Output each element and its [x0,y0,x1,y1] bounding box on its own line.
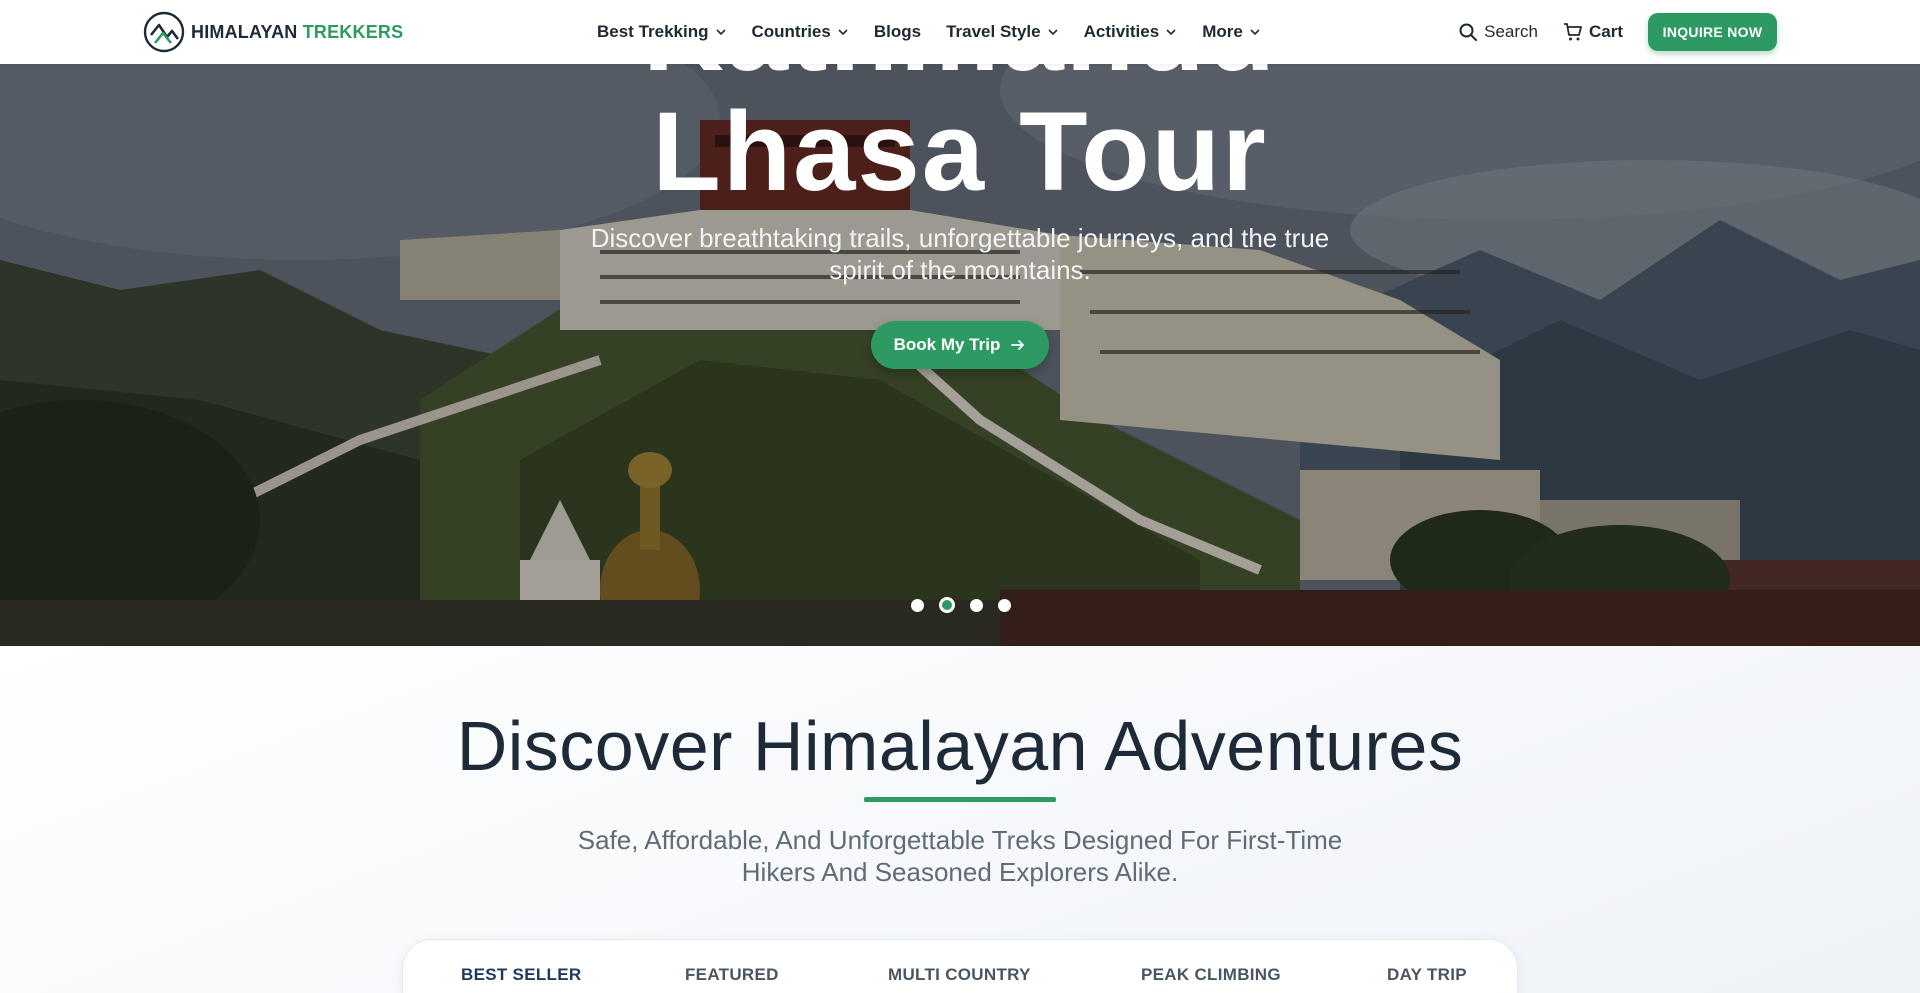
carousel-dots [911,597,1011,613]
chevron-down-icon [715,29,726,36]
logo-text: HIMALAYAN TREKKERS [191,22,403,43]
section-subtitle: Safe, Affordable, And Unforgettable Trek… [577,825,1343,887]
tab-peak-climbing[interactable]: PEAK CLIMBING [1141,965,1281,985]
nav-label: Blogs [873,22,922,41]
search-label: Search [1484,22,1538,41]
cart-label: Cart [1588,22,1623,41]
nav-countries[interactable]: Countries [752,22,849,42]
cart-icon [1563,23,1582,41]
hero-title-line2: Lhasa Tour [652,89,1268,214]
chevron-down-icon [1166,29,1176,36]
nav-label: Travel Style [946,22,1041,41]
title-underline [864,797,1056,802]
section-title: Discover Himalayan Adventures [456,707,1464,785]
carousel-dot[interactable] [998,598,1011,612]
book-my-trip-button[interactable]: Book My Trip [871,321,1049,369]
nav-travel-style[interactable]: Travel Style [946,22,1059,42]
arrow-right-icon [1011,340,1025,350]
tab-best-seller[interactable]: BEST SELLER [461,965,581,985]
logo-word-trekkers: TREKKERS [302,21,404,42]
inquire-now-button[interactable]: INQUIRE NOW [1648,13,1777,51]
nav-label: More [1202,22,1243,41]
tab-day-trip[interactable]: DAY TRIP [1387,965,1467,985]
hero-banner: Kathmandu Lhasa Tour Discover breathtaki… [0,0,1920,646]
nav-more[interactable]: More [1202,22,1261,42]
tab-multi-country[interactable]: MULTI COUNTRY [888,965,1031,985]
nav-label: Best Trekking [597,22,709,41]
main-nav: Best Trekking Countries Blogs Travel Sty… [597,0,1286,64]
nav-activities[interactable]: Activities [1084,22,1178,42]
category-tabs: BEST SELLER FEATURED MULTI COUNTRY PEAK … [402,939,1518,993]
chevron-down-icon [1048,29,1058,36]
nav-best-trekking[interactable]: Best Trekking [597,22,727,42]
site-header: HIMALAYAN TREKKERS Best Trekking Countri… [0,0,1920,64]
nav-label: Countries [751,22,831,41]
nav-label: Activities [1083,22,1160,41]
carousel-dot-active[interactable] [939,597,955,613]
discover-section: Discover Himalayan Adventures Safe, Affo… [0,646,1920,993]
carousel-dot[interactable] [970,598,983,612]
logo-word-himalayan: HIMALAYAN [191,21,298,42]
tab-featured[interactable]: FEATURED [685,965,779,985]
chevron-down-icon [1250,29,1260,36]
header-actions: Search Cart INQUIRE NOW [1458,0,1777,64]
site-logo[interactable]: HIMALAYAN TREKKERS [143,11,403,53]
carousel-dot[interactable] [911,598,924,612]
cart-link[interactable]: Cart [1563,22,1623,42]
book-my-trip-label: Book My Trip [893,335,1001,354]
hero-subtitle: Discover breathtaking trails, unforgetta… [590,223,1330,285]
search-link[interactable]: Search [1458,22,1538,42]
chevron-down-icon [838,29,848,36]
search-icon [1459,23,1478,41]
logo-mountain-icon [143,11,185,53]
nav-blogs[interactable]: Blogs [874,22,921,42]
